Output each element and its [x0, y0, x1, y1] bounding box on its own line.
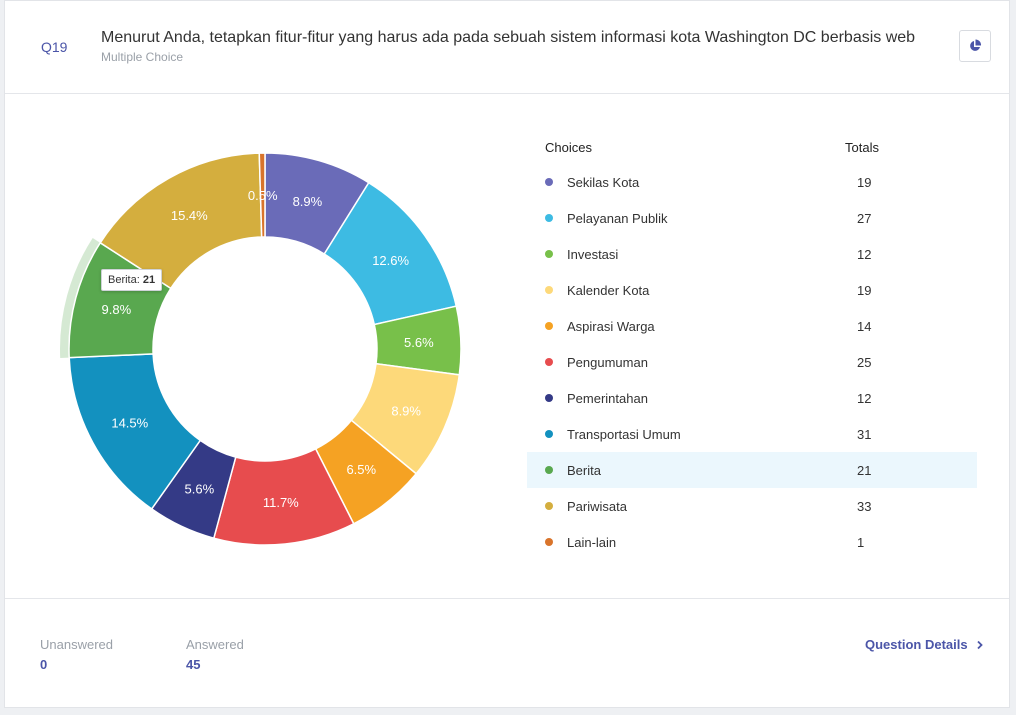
chart-area: 8.9% 12.6% 5.6% 8.9% 6.5% 11.7% 5.6% 14.5% 9.8% 1… — [5, 94, 1009, 598]
legend-dot — [545, 322, 553, 330]
choice-total: 14 — [857, 319, 872, 334]
legend-dot — [545, 250, 553, 258]
slice-label-investasi: 5.6% — [404, 335, 434, 350]
question-header: Q19 Menurut Anda, tetapkan fitur-fitur y… — [5, 1, 1009, 94]
choice-label: Sekilas Kota — [567, 175, 640, 190]
tooltip-value: 21 — [142, 274, 156, 286]
answered-value: 45 — [186, 657, 201, 672]
choice-total: 25 — [857, 355, 872, 370]
question-details-label: Question Details — [865, 637, 968, 652]
slice-label-pelayanan-publik: 12.6% — [372, 253, 409, 268]
question-type: Multiple Choice — [101, 50, 184, 64]
chart-type-button[interactable] — [959, 30, 991, 62]
unanswered-label: Unanswered — [40, 637, 113, 652]
choice-total: 21 — [857, 463, 872, 478]
legend-dot — [545, 358, 553, 366]
choices-table: Choices Totals Sekilas Kota 19 Pelayanan P… — [527, 130, 977, 560]
choice-total: 19 — [857, 175, 872, 190]
slice-label-sekilas-kota: 8.9% — [293, 194, 323, 209]
choice-label: Pariwisata — [567, 499, 627, 514]
table-row-lain-lain[interactable]: Lain-lain 1 — [527, 524, 977, 560]
choices-column-header: Choices — [545, 140, 592, 155]
choice-label: Kalender Kota — [567, 283, 650, 298]
legend-dot — [545, 430, 553, 438]
choice-label: Pelayanan Publik — [567, 211, 668, 226]
slice-label-berita: 9.8% — [102, 302, 132, 317]
choice-label: Transportasi Umum — [567, 427, 681, 442]
legend-dot — [545, 214, 553, 222]
choice-total: 12 — [857, 391, 872, 406]
legend-dot — [545, 502, 553, 510]
pie-chart-icon — [970, 39, 982, 51]
table-row-pemerintahan[interactable]: Pemerintahan 12 — [527, 380, 977, 416]
slice-label-lain-lain: 0.5% — [248, 188, 278, 203]
legend-dot — [545, 538, 553, 546]
legend-dot — [545, 286, 553, 294]
slice-label-pemerintahan: 5.6% — [185, 481, 215, 496]
table-row-pelayanan-publik[interactable]: Pelayanan Publik 27 — [527, 200, 977, 236]
donut-chart: 8.9% 12.6% 5.6% 8.9% 6.5% 11.7% 5.6% 14.5% 9.8% 1… — [60, 152, 462, 546]
slice-label-transportasi-umum: 14.5% — [111, 416, 148, 431]
choice-label: Pengumuman — [567, 355, 648, 370]
choice-total: 19 — [857, 283, 872, 298]
choice-label: Lain-lain — [567, 535, 617, 550]
choice-label: Investasi — [567, 247, 619, 262]
legend-dot — [545, 466, 553, 474]
legend-dot — [545, 394, 553, 402]
table-header: Choices Totals — [527, 130, 977, 164]
table-row-aspirasi-warga[interactable]: Aspirasi Warga 14 — [527, 308, 977, 344]
slice-label-pariwisata: 15.4% — [171, 208, 208, 223]
slice-label-aspirasi-warga: 6.5% — [346, 462, 376, 477]
table-row-pariwisata[interactable]: Pariwisata 33 — [527, 488, 977, 524]
choice-total: 27 — [857, 211, 872, 226]
legend-dot — [545, 178, 553, 186]
table-row-investasi[interactable]: Investasi 12 — [527, 236, 977, 272]
table-row-transportasi-umum[interactable]: Transportasi Umum 31 — [527, 416, 977, 452]
totals-column-header: Totals — [845, 140, 879, 155]
choice-total: 31 — [857, 427, 872, 442]
answered-label: Answered — [186, 637, 244, 652]
table-row-kalender-kota[interactable]: Kalender Kota 19 — [527, 272, 977, 308]
slice-label-pengumuman: 11.7% — [263, 495, 299, 510]
table-row-pengumuman[interactable]: Pengumuman 25 — [527, 344, 977, 380]
question-details-link[interactable]: Question Details — [865, 637, 985, 652]
choice-label: Pemerintahan — [567, 391, 648, 406]
question-title: Menurut Anda, tetapkan fitur-fitur yang … — [101, 29, 916, 46]
question-card: Q19 Menurut Anda, tetapkan fitur-fitur y… — [4, 0, 1010, 708]
chevron-right-icon — [977, 640, 983, 650]
choice-total: 33 — [857, 499, 872, 514]
question-footer: Unanswered 0 Answered 45 Question Detail… — [5, 598, 1009, 709]
choice-total: 12 — [857, 247, 872, 262]
chart-tooltip: Berita: 21 — [101, 269, 163, 291]
table-row-sekilas-kota[interactable]: Sekilas Kota 19 — [527, 164, 977, 200]
choice-label: Berita — [567, 463, 601, 478]
question-number: Q19 — [41, 39, 68, 55]
slice-label-kalender-kota: 8.9% — [391, 404, 421, 419]
choice-total: 1 — [857, 535, 865, 550]
unanswered-value: 0 — [40, 657, 48, 672]
tooltip-label: Berita: — [108, 274, 140, 286]
choice-label: Aspirasi Warga — [567, 319, 655, 334]
table-rows: Sekilas Kota 19 Pelayanan Publik 27 Investas… — [527, 164, 977, 560]
table-row-berita[interactable]: Berita 21 — [527, 452, 977, 488]
